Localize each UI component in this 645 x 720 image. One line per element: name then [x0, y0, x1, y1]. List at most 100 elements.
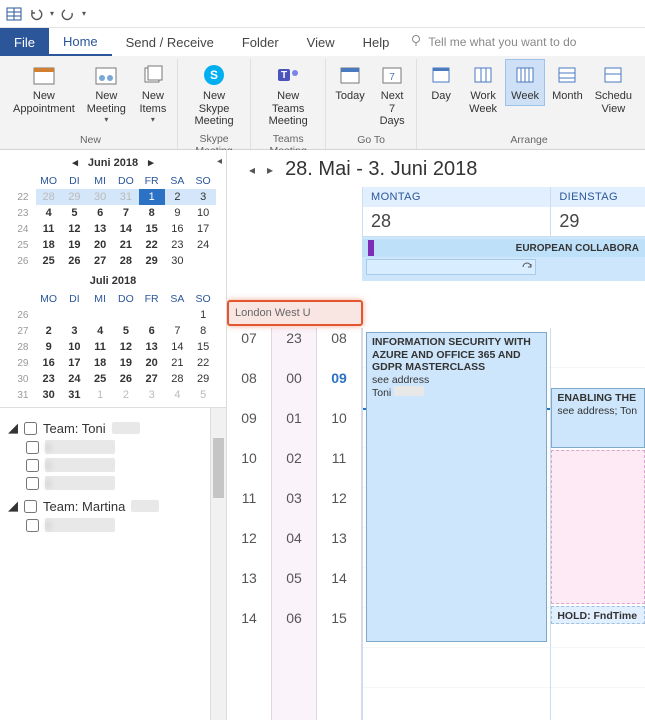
group-goto: Today 7 Next 7 Days Go To: [326, 59, 417, 149]
tell-me-placeholder: Tell me what you want to do: [428, 35, 576, 49]
calendar-item[interactable]: x: [26, 458, 218, 472]
expand-icon[interactable]: ◢: [8, 498, 18, 514]
workweek-view-button[interactable]: Work Week: [463, 59, 503, 118]
time-grid[interactable]: 0708091011121314 2300010203040506 080910…: [227, 328, 645, 720]
allday-event[interactable]: EUROPEAN COLLABORA: [362, 239, 645, 257]
tab-view[interactable]: View: [293, 28, 349, 56]
tab-folder[interactable]: Folder: [228, 28, 293, 56]
week-view-button[interactable]: Week: [505, 59, 545, 106]
sidebar: ◂ ◂Juni 2018▸MODIMIDOFRSASO2228293031123…: [0, 150, 227, 720]
day-number[interactable]: 28: [363, 207, 550, 237]
calendar-group[interactable]: ◢ Team: Toni: [8, 420, 218, 436]
lightbulb-icon: [409, 34, 423, 51]
teams-icon: T: [274, 62, 302, 88]
svg-text:7: 7: [389, 72, 395, 83]
event-enabling[interactable]: ENABLING THE see address; Ton: [551, 388, 645, 448]
calendar-checkbox[interactable]: [26, 459, 39, 472]
workweek-icon: [469, 62, 497, 88]
tab-home[interactable]: Home: [49, 28, 112, 56]
event-info-security[interactable]: INFORMATION SECURITY WITH AZURE AND OFFI…: [366, 332, 547, 642]
allday-row[interactable]: EUROPEAN COLLABORA: [362, 237, 645, 281]
tuesday-col[interactable]: ENABLING THE see address; Ton HOLD: FndT…: [550, 328, 645, 720]
day-number[interactable]: 29: [551, 207, 645, 237]
calendar-item[interactable]: x: [26, 518, 218, 532]
prev-week-button[interactable]: ◂: [249, 163, 255, 177]
undo-icon[interactable]: [28, 6, 44, 22]
day-view-button[interactable]: Day: [421, 59, 461, 106]
group-label: Go To: [330, 132, 412, 149]
calendar-checkbox[interactable]: [26, 519, 39, 532]
main: ◂ ◂Juni 2018▸MODIMIDOFRSASO2228293031123…: [0, 150, 645, 720]
calendar-item[interactable]: x: [26, 476, 218, 490]
new-appointment-button[interactable]: New Appointment: [8, 59, 80, 118]
calendar-item[interactable]: x: [26, 440, 218, 454]
tab-file[interactable]: File: [0, 28, 49, 56]
calendar-checkbox[interactable]: [26, 477, 39, 490]
meeting-icon: [92, 62, 120, 88]
redo-icon[interactable]: [60, 6, 76, 22]
group-teams: T New Teams Meeting Teams Meeting: [251, 59, 326, 149]
time-col-1: 0708091011121314: [227, 328, 272, 720]
label: Day: [431, 90, 451, 103]
allday-event-small[interactable]: [366, 259, 536, 275]
tell-me-search[interactable]: Tell me what you want to do: [409, 28, 576, 56]
next-week-button[interactable]: ▸: [267, 163, 273, 177]
event-organizer: Toni: [372, 387, 391, 399]
scrollbar[interactable]: [210, 408, 226, 720]
day-header: MONTAG 28 DIENSTAG 29: [362, 187, 645, 237]
calendar-checkbox[interactable]: [26, 441, 39, 454]
event-sub: see address; Ton: [557, 405, 639, 418]
schedule-view-button[interactable]: Schedu View: [590, 59, 637, 118]
mini-calendar-june[interactable]: ◂Juni 2018▸MODIMIDOFRSASO222829303112323…: [10, 156, 216, 269]
next7days-button[interactable]: 7 Next 7 Days: [372, 59, 412, 131]
chevron-down-icon: ▾: [104, 115, 108, 124]
tab-send-receive[interactable]: Send / Receive: [112, 28, 228, 56]
month-view-button[interactable]: Month: [547, 59, 588, 106]
label: Next 7 Days: [377, 90, 407, 128]
mini-calendar-july[interactable]: Juli 2018MODIMIDOFRSASO26127234567828910…: [10, 275, 216, 403]
event-title: INFORMATION SECURITY WITH AZURE AND OFFI…: [372, 336, 541, 374]
timezone-label-highlight: London West U: [227, 300, 363, 326]
event-title: HOLD: FndTime: [557, 610, 637, 622]
undo-dropdown-icon[interactable]: ▾: [50, 9, 54, 18]
group-arrange: Day Work Week Week Month Schedu View Arr…: [417, 59, 641, 149]
monday-col[interactable]: INFORMATION SECURITY WITH AZURE AND OFFI…: [362, 328, 550, 720]
label: New Meeting: [87, 90, 126, 115]
quick-access-toolbar: ▾ ▾: [0, 0, 645, 28]
new-meeting-button[interactable]: New Meeting ▾: [82, 59, 131, 127]
tab-help[interactable]: Help: [349, 28, 404, 56]
group-checkbox[interactable]: [24, 422, 37, 435]
new-skype-meeting-button[interactable]: S New Skype Meeting: [182, 59, 246, 131]
group-checkbox[interactable]: [24, 500, 37, 513]
collapse-icon[interactable]: ◂: [217, 156, 222, 167]
chevron-down-icon: ▾: [151, 115, 155, 124]
qat-customize-icon[interactable]: ▾: [82, 9, 86, 18]
new-items-button[interactable]: New Items ▾: [133, 59, 173, 127]
event-location: see address: [372, 374, 541, 387]
date-range-title: 28. Mai - 3. Juni 2018: [285, 158, 477, 181]
today-icon: [336, 62, 364, 88]
qat-grid-icon[interactable]: [6, 6, 22, 22]
group-label: New: [8, 132, 173, 149]
expand-icon[interactable]: ◢: [8, 420, 18, 436]
today-button[interactable]: Today: [330, 59, 370, 106]
label: Week: [511, 90, 539, 103]
label: Month: [552, 90, 583, 103]
ribbon: New Appointment New Meeting ▾ New Items …: [0, 56, 645, 150]
calendar-icon: [30, 62, 58, 88]
new-teams-meeting-button[interactable]: T New Teams Meeting: [255, 59, 321, 131]
day-name: MONTAG: [363, 187, 550, 207]
label: Schedu View: [595, 90, 632, 115]
calendar-group[interactable]: ◢ Team: Martina: [8, 498, 218, 514]
group-label: Arrange: [421, 132, 637, 149]
time-col-2: 2300010203040506: [272, 328, 317, 720]
label: New Teams Meeting: [260, 90, 316, 128]
day-name: DIENSTAG: [551, 187, 645, 207]
month-icon: [553, 62, 581, 88]
label: Today: [335, 90, 364, 103]
event-hold[interactable]: HOLD: FndTime: [551, 606, 645, 624]
day-icon: [427, 62, 455, 88]
svg-text:T: T: [281, 70, 287, 81]
svg-text:S: S: [210, 68, 218, 82]
event-tentative[interactable]: [551, 450, 645, 604]
